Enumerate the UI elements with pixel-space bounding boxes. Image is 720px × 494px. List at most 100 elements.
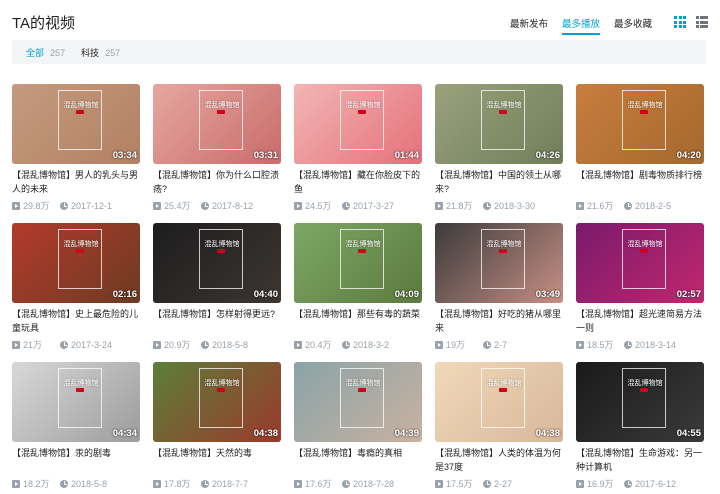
filter-tech-count: 257 bbox=[105, 47, 121, 58]
video-thumbnail[interactable]: 混乱博物馆 02:16 bbox=[12, 223, 140, 303]
video-card[interactable]: 混乱博物馆 04:55 【混乱博物馆】生命游戏：另一种计算机 16.9万 2017-6-… bbox=[576, 362, 704, 490]
video-title[interactable]: 【混乱博物馆】史上最危险的儿童玩具 bbox=[12, 307, 140, 335]
sort-most-played[interactable]: 最多播放 bbox=[561, 16, 600, 35]
upload-date: 2017-3-24 bbox=[60, 338, 112, 351]
video-thumbnail[interactable]: 混乱博物馆 04:26 bbox=[435, 84, 563, 164]
video-thumbnail[interactable]: 混乱博物馆 02:57 bbox=[576, 223, 704, 303]
video-title[interactable]: 【混乱博物馆】人类的体温为何是37度 bbox=[435, 446, 563, 474]
sort-latest[interactable]: 最新发布 bbox=[510, 16, 548, 35]
clock-icon bbox=[60, 201, 68, 210]
clock-icon bbox=[342, 201, 350, 210]
video-title[interactable]: 【混乱博物馆】毒瘾的真相 bbox=[294, 446, 422, 474]
play-count-value: 17.6万 bbox=[305, 479, 332, 489]
upload-date: 2018-2-5 bbox=[624, 199, 671, 212]
video-thumbnail[interactable]: 混乱博物馆 01:44 bbox=[294, 84, 422, 164]
thumbnail-logo-mark bbox=[499, 110, 507, 114]
video-card[interactable]: 混乱博物馆 03:31 【混乱博物馆】你为什么口腔溃疡? 25.4万 2017-8-12 bbox=[153, 84, 281, 212]
video-thumbnail[interactable]: 混乱博物馆 04:55 bbox=[576, 362, 704, 442]
upload-date-value: 2017-8-12 bbox=[212, 200, 254, 211]
upload-date: 2-27 bbox=[483, 477, 512, 490]
video-thumbnail[interactable]: 混乱博物馆 03:49 bbox=[435, 223, 563, 303]
thumbnail-logo-mark bbox=[217, 110, 225, 114]
thumbnail-logo-mark bbox=[640, 388, 648, 392]
play-count: 17.8万 bbox=[153, 477, 201, 490]
video-duration: 01:44 bbox=[394, 150, 419, 161]
thumbnail-frame bbox=[199, 90, 243, 150]
play-count-icon bbox=[435, 479, 443, 488]
section-header: TA的视频 最新发布 最多播放 最多收藏 bbox=[12, 10, 708, 35]
video-card[interactable]: 混乱博物馆 04:20 【混乱博物馆】剧毒物质排行榜 21.6万 2018-2-5 bbox=[576, 84, 704, 212]
video-thumbnail[interactable]: 混乱博物馆 04:09 bbox=[294, 223, 422, 303]
video-title[interactable]: 【混乱博物馆】男人的乳头与男人的未来 bbox=[12, 168, 140, 196]
play-count-icon bbox=[12, 479, 20, 488]
thumbnail-overlay-text: 混乱博物馆 bbox=[345, 380, 381, 387]
video-card[interactable]: 混乱博物馆 04:40 【混乱博物馆】怎样射得更远? 20.9万 2018-5-8 bbox=[153, 223, 281, 351]
video-title[interactable]: 【混乱博物馆】那些有毒的蔬菜 bbox=[294, 307, 422, 335]
video-duration: 04:38 bbox=[253, 428, 278, 439]
play-count-value: 20.4万 bbox=[305, 340, 332, 350]
thumbnail-overlay-text: 混乱博物馆 bbox=[486, 241, 522, 248]
video-card[interactable]: 混乱博物馆 04:09 【混乱博物馆】那些有毒的蔬菜 20.4万 2018-3-2 bbox=[294, 223, 422, 351]
video-title[interactable]: 【混乱博物馆】藏在你脸皮下的鱼 bbox=[294, 168, 422, 196]
play-count: 21.6万 bbox=[576, 199, 624, 212]
play-count-value: 21.6万 bbox=[587, 201, 614, 211]
video-thumbnail[interactable]: 混乱博物馆 04:39 bbox=[294, 362, 422, 442]
video-title[interactable]: 【混乱博物馆】怎样射得更远? bbox=[153, 307, 281, 335]
video-meta: 17.5万 2-27 bbox=[435, 477, 563, 490]
video-card[interactable]: 混乱博物馆 04:38 【混乱博物馆】人类的体温为何是37度 17.5万 2-27 bbox=[435, 362, 563, 490]
video-meta: 29.8万 2017-12-1 bbox=[12, 199, 140, 212]
video-title[interactable]: 【混乱博物馆】天然的毒 bbox=[153, 446, 281, 474]
video-card[interactable]: 混乱博物馆 04:26 【混乱博物馆】中国的领土从哪来? 21.8万 2018-3-30 bbox=[435, 84, 563, 212]
play-count-icon bbox=[153, 479, 161, 488]
video-title[interactable]: 【混乱博物馆】汞的剧毒 bbox=[12, 446, 140, 474]
clock-icon bbox=[201, 340, 209, 349]
upload-date: 2018-5-8 bbox=[201, 338, 248, 351]
thumbnail-logo-mark bbox=[358, 110, 366, 114]
video-title[interactable]: 【混乱博物馆】生命游戏：另一种计算机 bbox=[576, 446, 704, 474]
video-title[interactable]: 【混乱博物馆】你为什么口腔溃疡? bbox=[153, 168, 281, 196]
thumbnail-frame bbox=[622, 90, 666, 150]
video-card[interactable]: 混乱博物馆 04:34 【混乱博物馆】汞的剧毒 18.2万 2018-5-8 bbox=[12, 362, 140, 490]
video-thumbnail[interactable]: 混乱博物馆 04:40 bbox=[153, 223, 281, 303]
video-title[interactable]: 【混乱博物馆】好吃的猪从哪里来 bbox=[435, 307, 563, 335]
video-card[interactable]: 混乱博物馆 02:57 【混乱博物馆】超光速简易方法一则 18.5万 2018-3-14 bbox=[576, 223, 704, 351]
thumbnail-logo-mark bbox=[499, 388, 507, 392]
video-card[interactable]: 混乱博物馆 04:38 【混乱博物馆】天然的毒 17.8万 2018-7-7 bbox=[153, 362, 281, 490]
video-thumbnail[interactable]: 混乱博物馆 04:38 bbox=[153, 362, 281, 442]
video-thumbnail[interactable]: 混乱博物馆 03:34 bbox=[12, 84, 140, 164]
thumbnail-overlay-text: 混乱博物馆 bbox=[345, 241, 381, 248]
video-thumbnail[interactable]: 混乱博物馆 03:31 bbox=[153, 84, 281, 164]
video-card[interactable]: 混乱博物馆 02:16 【混乱博物馆】史上最危险的儿童玩具 21万 2017-3-24 bbox=[12, 223, 140, 351]
sort-most-favorited[interactable]: 最多收藏 bbox=[614, 16, 652, 35]
play-count-icon bbox=[153, 340, 161, 349]
upload-date: 2017-3-27 bbox=[342, 199, 394, 212]
video-duration: 04:34 bbox=[112, 428, 137, 439]
video-thumbnail[interactable]: 混乱博物馆 04:34 bbox=[12, 362, 140, 442]
upload-date-value: 2017-3-27 bbox=[353, 200, 395, 211]
video-card[interactable]: 混乱博物馆 03:34 【混乱博物馆】男人的乳头与男人的未来 29.8万 2017-12… bbox=[12, 84, 140, 212]
play-count-icon bbox=[12, 340, 20, 349]
thumbnail-overlay-text: 混乱博物馆 bbox=[63, 241, 99, 248]
video-thumbnail[interactable]: 混乱博物馆 04:38 bbox=[435, 362, 563, 442]
video-title[interactable]: 【混乱博物馆】超光速简易方法一则 bbox=[576, 307, 704, 335]
thumbnail-overlay-text: 混乱博物馆 bbox=[627, 102, 663, 109]
play-count: 18.2万 bbox=[12, 477, 60, 490]
thumbnail-frame bbox=[481, 90, 525, 150]
play-count-icon bbox=[435, 201, 443, 210]
thumbnail-overlay-text: 混乱博物馆 bbox=[63, 102, 99, 109]
filter-tech[interactable]: 科技 257 bbox=[81, 46, 120, 59]
video-card[interactable]: 混乱博物馆 03:49 【混乱博物馆】好吃的猪从哪里来 19万 2-7 bbox=[435, 223, 563, 351]
play-count-value: 21万 bbox=[23, 340, 43, 350]
video-title[interactable]: 【混乱博物馆】剧毒物质排行榜 bbox=[576, 168, 704, 196]
video-thumbnail[interactable]: 混乱博物馆 04:20 bbox=[576, 84, 704, 164]
category-filter-bar: 全部 257 科技 257 bbox=[12, 40, 706, 64]
video-card[interactable]: 混乱博物馆 01:44 【混乱博物馆】藏在你脸皮下的鱼 24.5万 2017-3-27 bbox=[294, 84, 422, 212]
upload-date: 2018-7-28 bbox=[342, 477, 394, 490]
play-count: 17.6万 bbox=[294, 477, 342, 490]
upload-date: 2-7 bbox=[483, 338, 507, 351]
video-card[interactable]: 混乱博物馆 04:39 【混乱博物馆】毒瘾的真相 17.6万 2018-7-28 bbox=[294, 362, 422, 490]
list-view-icon[interactable] bbox=[696, 16, 708, 28]
grid-view-icon[interactable] bbox=[674, 16, 686, 28]
filter-all[interactable]: 全部 257 bbox=[26, 46, 65, 59]
video-title[interactable]: 【混乱博物馆】中国的领土从哪来? bbox=[435, 168, 563, 196]
